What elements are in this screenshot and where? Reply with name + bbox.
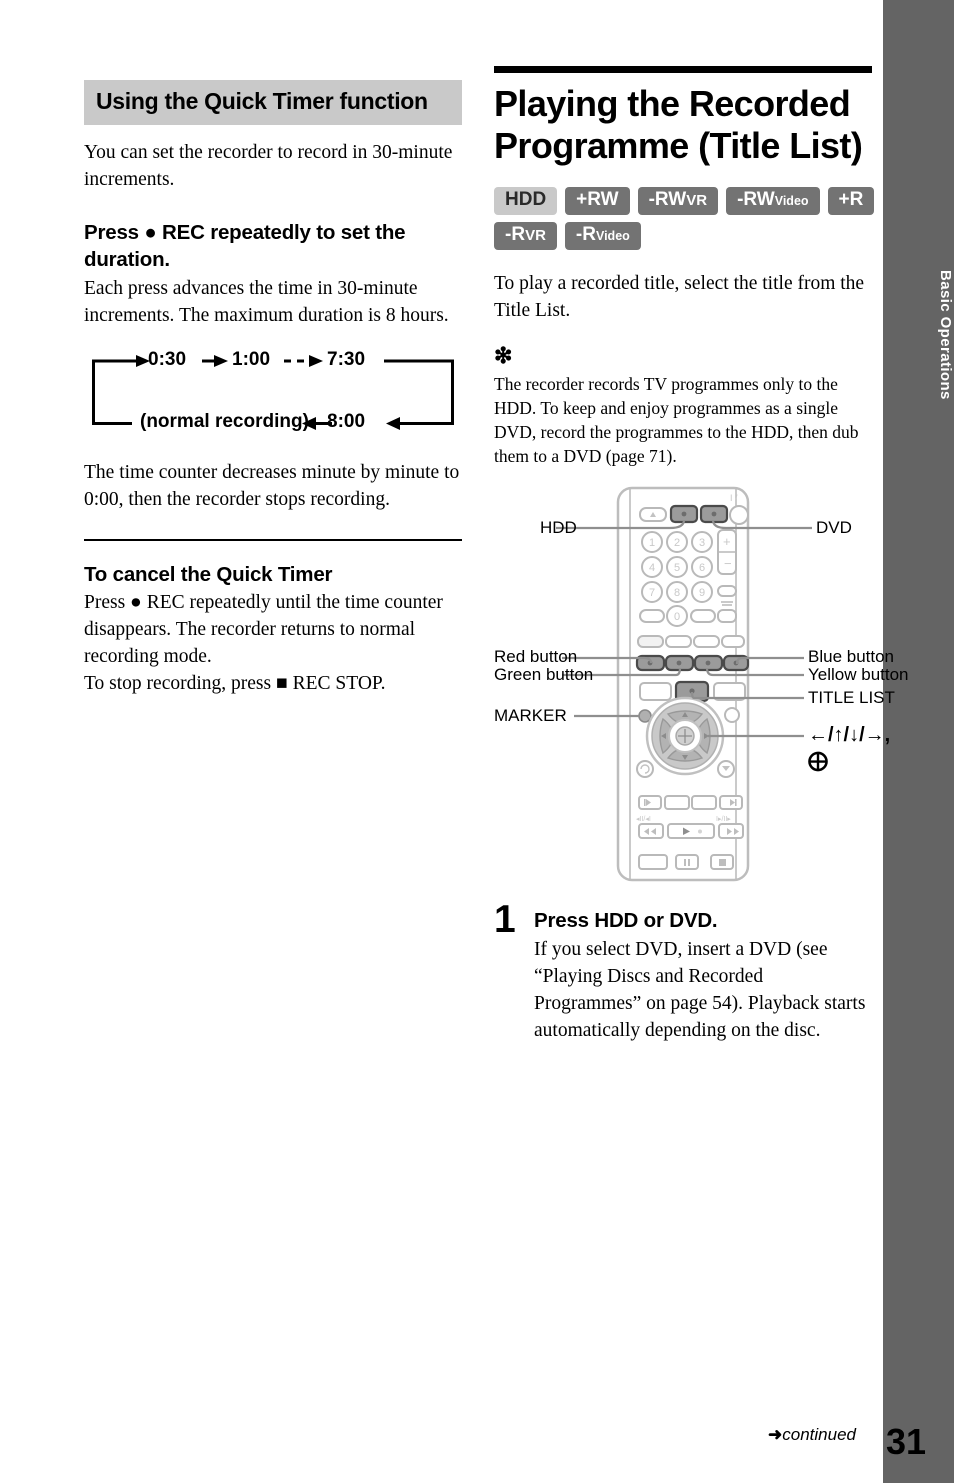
disc-badge-minus-rw-vr: -RW VR — [637, 187, 719, 215]
svg-text:+: + — [723, 534, 731, 549]
quick-timer-intro: You can set the recorder to record in 30… — [84, 142, 453, 190]
page-number: 31 — [885, 1421, 926, 1462]
remote-label-arrow-keys: ←/↑/↓/→, — [808, 724, 891, 746]
continued-label: continued — [782, 1425, 856, 1444]
remote-label-red-button: Red button — [494, 647, 578, 666]
quick-timer-cycle-diagram: 0:30 1:00 7:30 8:00 (normal recording) — [84, 347, 462, 445]
continued-arrow-icon: ➜ — [768, 1425, 783, 1444]
page-title: Playing the Recorded Programme (Title Li… — [494, 83, 863, 166]
cycle-label-normal-recording: (normal recording) — [140, 411, 309, 432]
chapter-tab-label: Basic Operations — [937, 270, 954, 400]
continued-marker: ➜continued — [768, 1425, 856, 1445]
svg-text:−: − — [724, 556, 732, 571]
svg-text:4: 4 — [649, 562, 655, 574]
disc-badge-group: HDD +RW -RW VR -RW Video +R -R VR -R Video — [494, 187, 875, 250]
svg-text:8: 8 — [674, 587, 680, 599]
cancel-quick-timer-heading: To cancel the Quick Timer — [84, 563, 333, 586]
section-divider — [84, 539, 462, 541]
title-list-intro: To play a recorded title, select the tit… — [494, 273, 865, 321]
svg-text:◂II/◂I: ◂II/◂I — [636, 816, 651, 823]
step-1-text: If you select DVD, insert a DVD (see “Pl… — [534, 939, 866, 1041]
remote-control-figure: .bdy { fill:#fff; stroke:#bdbdbd; stroke… — [494, 484, 909, 884]
right-column: Playing the Recorded Programme (Title Li… — [494, 0, 909, 1044]
chapter-top-rule — [494, 66, 872, 73]
disc-badge-row-2: -R VR -R Video — [494, 222, 872, 250]
svg-text:1: 1 — [649, 537, 655, 549]
step-1-body: Press HDD or DVD. If you select DVD, ins… — [534, 908, 872, 1044]
cycle-label-0-30: 0:30 — [148, 349, 187, 370]
remote-label-enter-key: ⨁ — [808, 750, 828, 772]
disc-badge-minus-rw-video: -RW Video — [726, 187, 820, 215]
section-heading-text: Using the Quick Timer function — [96, 88, 428, 114]
svg-text:7: 7 — [649, 587, 655, 599]
svg-text:I /: I / — [730, 493, 738, 503]
step-1-title: Press HDD or DVD. — [534, 909, 718, 932]
step-1-number: 1 — [494, 898, 516, 941]
remote-label-green-button: Green button — [494, 665, 594, 684]
svg-text:5: 5 — [674, 562, 680, 574]
svg-text:0: 0 — [674, 611, 680, 623]
chapter-tab: Basic Operations — [883, 0, 954, 1483]
disc-badge-minus-r-vr: -R VR — [494, 222, 557, 250]
step-1: 1 Press HDD or DVD. If you select DVD, i… — [494, 900, 872, 1044]
remote-label-marker: MARKER — [494, 706, 567, 725]
cycle-label-8-00: 8:00 — [327, 411, 366, 432]
remote-label-title-list: TITLE LIST — [808, 688, 895, 707]
note-text: The recorder records TV programmes only … — [494, 374, 859, 466]
disc-badge-plus-r: +R — [827, 187, 875, 215]
remote-label-yellow-button: Yellow button — [808, 665, 909, 684]
disc-badge-row-1: HDD +RW -RW VR -RW Video +R — [494, 187, 875, 215]
cancel-quick-timer-body2: To stop recording, press ■ REC STOP. — [84, 673, 386, 694]
press-rec-body: Each press advances the time in 30-minut… — [84, 278, 449, 326]
left-column: Using the Quick Timer function You can s… — [84, 0, 462, 697]
svg-text:3: 3 — [699, 537, 705, 549]
disc-badge-minus-r-video: -R Video — [564, 222, 641, 250]
press-rec-heading: Press ● REC repeatedly to set the durati… — [84, 221, 406, 271]
remote-label-dvd: DVD — [816, 518, 852, 537]
time-counter-note: The time counter decreases minute by min… — [84, 462, 460, 510]
cancel-quick-timer-body: Press ● REC repeatedly until the time co… — [84, 592, 443, 667]
cycle-label-1-00: 1:00 — [232, 349, 271, 370]
svg-text:2: 2 — [674, 537, 680, 549]
remote-label-hdd: HDD — [540, 518, 577, 537]
svg-text:9: 9 — [699, 587, 705, 599]
cycle-label-7-30: 7:30 — [327, 349, 366, 370]
svg-text:I▸/II▸: I▸/II▸ — [716, 816, 731, 823]
disc-badge-hdd: HDD — [494, 187, 558, 215]
disc-badge-plus-rw: +RW — [565, 187, 630, 215]
svg-text:6: 6 — [699, 562, 705, 574]
section-heading-bar: Using the Quick Timer function — [84, 80, 462, 125]
note-symbol-icon: ❇ — [494, 343, 513, 368]
remote-label-blue-button: Blue button — [808, 647, 895, 666]
